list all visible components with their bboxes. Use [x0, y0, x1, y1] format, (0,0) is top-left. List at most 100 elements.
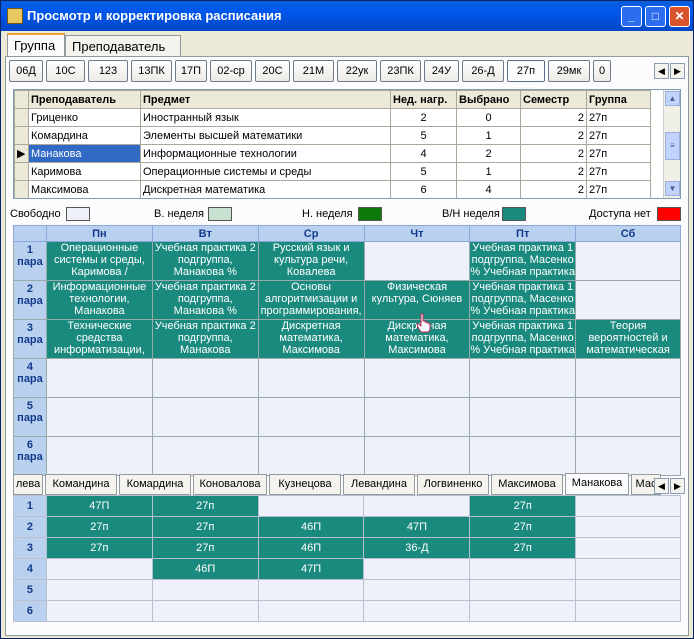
group-button[interactable]: 24У	[424, 60, 459, 82]
teacher-schedule-cell[interactable]: 27п	[151, 537, 259, 559]
teacher-schedule-cell[interactable]: 27п	[469, 495, 577, 517]
teacher-schedule-cell[interactable]	[575, 600, 681, 622]
table-row[interactable]: Комардина Элементы высшей математики 5 1 2 27…	[14, 126, 651, 145]
teacher-schedule-cell[interactable]	[257, 579, 365, 601]
table-cell[interactable]: Иностранный язык	[140, 108, 391, 127]
schedule-cell[interactable]	[469, 358, 577, 398]
schedule-cell[interactable]: Учебная практика 1 подгруппа, Масенко % …	[469, 280, 577, 320]
schedule-cell[interactable]	[575, 436, 681, 476]
group-button[interactable]: 123	[88, 60, 128, 82]
teacher-schedule-cell[interactable]: 27п	[45, 516, 153, 538]
table-cell[interactable]: Манакова	[28, 144, 141, 163]
table-cell[interactable]: 27п	[586, 180, 651, 198]
teacher-schedule-cell[interactable]	[575, 579, 681, 601]
teacher-schedule-cell[interactable]: 47П	[257, 558, 365, 580]
group-button[interactable]: 23ПК	[380, 60, 421, 82]
schedule-cell[interactable]: Учебная практика 2 подгруппа, Манакова %	[151, 241, 259, 281]
group-button[interactable]: 27п	[507, 60, 545, 82]
table-cell[interactable]: 1	[456, 126, 521, 145]
table-cell[interactable]: 2	[520, 108, 587, 127]
teacher-schedule-cell[interactable]	[363, 600, 471, 622]
schedule-cell[interactable]: Теория вероятностей и математическая	[575, 319, 681, 359]
schedule-cell[interactable]	[575, 241, 681, 281]
schedule-cell[interactable]	[575, 280, 681, 320]
teacher-schedule-cell[interactable]	[575, 516, 681, 538]
group-button[interactable]: 29мк	[548, 60, 590, 82]
schedule-cell[interactable]	[469, 397, 577, 437]
table-cell[interactable]: 2	[390, 108, 457, 127]
teacher-schedule-cell[interactable]	[575, 495, 681, 517]
schedule-cell[interactable]	[151, 436, 259, 476]
teacher-schedule-cell[interactable]	[575, 558, 681, 580]
table-cell[interactable]: 2	[520, 162, 587, 181]
schedule-cell[interactable]	[45, 358, 153, 398]
teacher-schedule-cell[interactable]	[469, 558, 577, 580]
column-header[interactable]: Нед. нагр.	[390, 90, 457, 109]
teacher-schedule-cell[interactable]	[151, 579, 259, 601]
table-cell[interactable]: 4	[390, 144, 457, 163]
table-row[interactable]: Гриценко Иностранный язык 2 0 2 27п	[14, 108, 651, 127]
table-cell[interactable]: Информационные технологии	[140, 144, 391, 163]
group-scroll-right-button[interactable]: ▶	[670, 63, 685, 79]
schedule-cell[interactable]: Информационные технологии, Манакова	[45, 280, 153, 320]
table-row[interactable]: Максимова Дискретная математика 6 4 2 27п	[14, 180, 651, 198]
group-button[interactable]: 02-ср	[210, 60, 252, 82]
teacher-tab-left-button[interactable]: ◀	[654, 478, 669, 494]
table-cell[interactable]: 6	[390, 180, 457, 198]
schedule-cell[interactable]	[45, 436, 153, 476]
teacher-schedule-cell[interactable]: 27п	[151, 495, 259, 517]
teacher-schedule-cell[interactable]	[45, 579, 153, 601]
table-cell[interactable]: 4	[456, 180, 521, 198]
teacher-schedule-cell[interactable]	[363, 579, 471, 601]
tab-group[interactable]: Группа	[7, 33, 65, 57]
table-row[interactable]: Каримова Операционные системы и среды 5 1 2 2…	[14, 162, 651, 181]
table-cell[interactable]: Гриценко	[28, 108, 141, 127]
teacher-tab[interactable]: Комардина	[119, 474, 191, 495]
group-button[interactable]: 13ПК	[131, 60, 172, 82]
column-header[interactable]: Группа	[586, 90, 651, 109]
teacher-schedule-cell[interactable]: 27п	[45, 537, 153, 559]
teacher-schedule-cell[interactable]	[45, 558, 153, 580]
schedule-cell[interactable]: Учебная практика 1 подгруппа, Масенко % …	[469, 241, 577, 281]
minimize-button[interactable]: _	[621, 6, 642, 27]
schedule-cell[interactable]	[363, 436, 471, 476]
schedule-cell[interactable]: Дискретная математика, Максимова	[257, 319, 365, 359]
group-scroll-left-button[interactable]: ◀	[654, 63, 669, 79]
table-cell[interactable]: 27п	[586, 144, 651, 163]
group-button[interactable]: 26-Д	[462, 60, 504, 82]
table-cell[interactable]: Каримова	[28, 162, 141, 181]
table-cell[interactable]: 27п	[586, 126, 651, 145]
table-cell[interactable]: Максимова	[28, 180, 141, 198]
group-button[interactable]: 22ук	[337, 60, 377, 82]
schedule-cell[interactable]	[151, 397, 259, 437]
teacher-tab[interactable]: Максимова	[491, 474, 563, 495]
teacher-schedule-cell[interactable]	[575, 537, 681, 559]
table-cell[interactable]: 5	[390, 126, 457, 145]
teacher-tab[interactable]: Кузнецова	[269, 474, 341, 495]
table-row[interactable]: ▶ Манакова Информационные технологии 4 2 2 27п	[14, 144, 651, 163]
scroll-down-button[interactable]: ▼	[665, 181, 680, 196]
schedule-cell[interactable]	[363, 397, 471, 437]
teacher-tab[interactable]: Логвиненко	[417, 474, 489, 495]
group-button[interactable]: 21М	[293, 60, 334, 82]
table-cell[interactable]: Дискретная математика	[140, 180, 391, 198]
group-button[interactable]: 06Д	[9, 60, 43, 82]
schedule-cell[interactable]	[257, 358, 365, 398]
teacher-schedule-cell[interactable]	[469, 579, 577, 601]
close-button[interactable]: ✕	[669, 6, 690, 27]
table-cell[interactable]: 27п	[586, 108, 651, 127]
table-cell[interactable]: 2	[520, 180, 587, 198]
schedule-cell[interactable]	[363, 358, 471, 398]
teacher-schedule-cell[interactable]: 47П	[45, 495, 153, 517]
table-cell[interactable]: Элементы высшей математики	[140, 126, 391, 145]
schedule-cell[interactable]: Технические средства информатизации,	[45, 319, 153, 359]
column-header[interactable]: Выбрано	[456, 90, 521, 109]
column-header[interactable]: Преподаватель	[28, 90, 141, 109]
schedule-cell[interactable]: Учебная практика 2 подгруппа, Манакова %	[151, 280, 259, 320]
group-button[interactable]: 10С	[46, 60, 85, 82]
grid-scrollbar[interactable]: ▲ ≡ ▼	[663, 90, 680, 198]
schedule-cell[interactable]: Операционные системы и среды, Каримова /	[45, 241, 153, 281]
teacher-schedule-cell[interactable]	[151, 600, 259, 622]
teacher-tab[interactable]: Левандина	[343, 474, 415, 495]
table-cell[interactable]: Комардина	[28, 126, 141, 145]
